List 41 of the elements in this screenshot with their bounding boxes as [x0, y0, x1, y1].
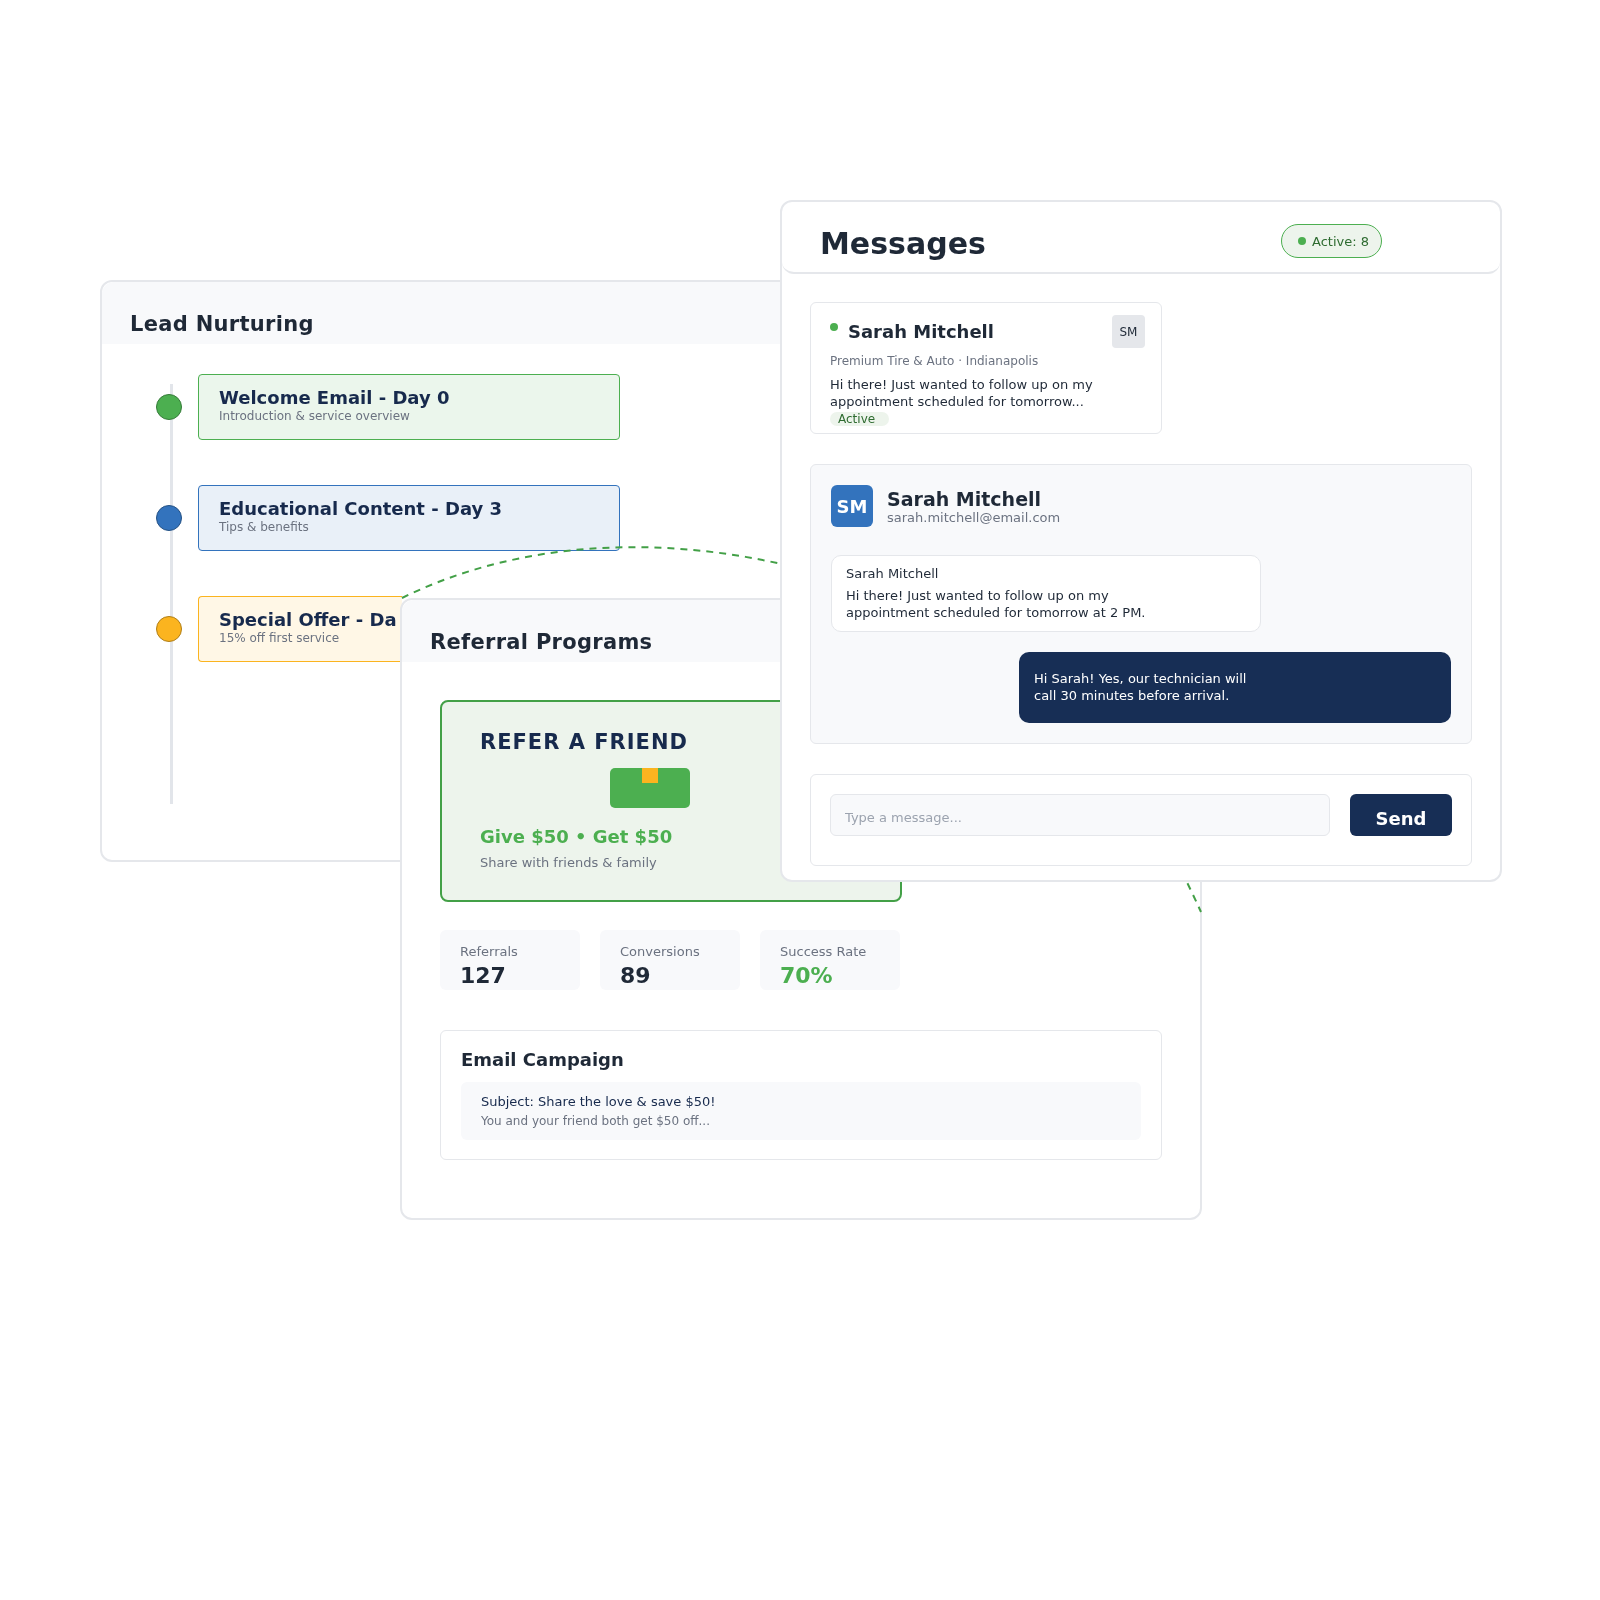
- stat-value: 127: [460, 965, 507, 987]
- promo-heading: REFER A FRIEND: [480, 730, 688, 754]
- step-subtitle: 15% off first service: [219, 631, 341, 645]
- stat-label: Referrals: [460, 944, 519, 959]
- avatar: SM: [831, 485, 873, 527]
- stat-value: 89: [620, 965, 652, 987]
- email-preview: You and your friend both get $50 off...: [481, 1114, 711, 1128]
- message-input[interactable]: Type a message...: [830, 794, 1330, 836]
- gift-icon: [610, 768, 690, 808]
- message-text: Hi there! Just wanted to follow up on my appointment scheduled for tomorrow at 2 PM.: [846, 587, 1147, 621]
- panel-title: Referral Programs: [430, 630, 653, 654]
- message-preview: Hi there! Just wanted to follow up on my appointment scheduled for tomorrow...: [830, 376, 1094, 410]
- panel-title: Messages: [820, 226, 986, 261]
- email-subject: Subject: Share the love & save $50!: [481, 1094, 717, 1109]
- contact-email: sarah.mitchell@email.com: [887, 509, 1061, 525]
- contact-card[interactable]: Sarah Mitchell SM Premium Tire & Auto · Indianapolis Hi there! Just wanted to follow up on my appointment scheduled for tomorrow... Active: [810, 302, 1162, 434]
- panel-title: Lead Nurturing: [130, 312, 314, 336]
- stat-label: Success Rate: [780, 944, 868, 959]
- send-button[interactable]: Send: [1350, 794, 1452, 836]
- step-title: Welcome Email - Day 0: [219, 387, 451, 408]
- message-text: Hi Sarah! Yes, our technician will call 30 minutes before arrival.: [1034, 670, 1248, 704]
- status-tag: Active: [830, 412, 890, 426]
- step-title: Special Offer - Da: [219, 609, 398, 630]
- contact-name: Sarah Mitchell: [848, 321, 995, 342]
- step-card[interactable]: Special Offer - Da 15% off first service: [198, 596, 402, 662]
- stat-label: Conversions: [620, 944, 701, 959]
- step-card[interactable]: Welcome Email - Day 0 Introduction & service overview: [198, 374, 620, 440]
- step-card[interactable]: Educational Content - Day 3 Tips & benefits: [198, 485, 620, 551]
- promo-offer: Give $50 • Get $50: [480, 826, 673, 847]
- active-count: Active: 8: [1312, 233, 1369, 249]
- avatar: SM: [1112, 315, 1145, 348]
- campaign-title: Email Campaign: [461, 1049, 625, 1070]
- contact-company: Premium Tire & Auto · Indianapolis: [830, 354, 1039, 368]
- step-title: Educational Content - Day 3: [219, 498, 504, 519]
- step-subtitle: Introduction & service overview: [219, 409, 411, 423]
- status-dot: [1298, 237, 1306, 245]
- promo-note: Share with friends & family: [480, 855, 657, 870]
- contact-name: Sarah Mitchell: [887, 487, 1043, 510]
- stat-value: 70%: [780, 965, 834, 987]
- message-sender: Sarah Mitchell: [846, 566, 940, 581]
- step-subtitle: Tips & benefits: [219, 520, 310, 534]
